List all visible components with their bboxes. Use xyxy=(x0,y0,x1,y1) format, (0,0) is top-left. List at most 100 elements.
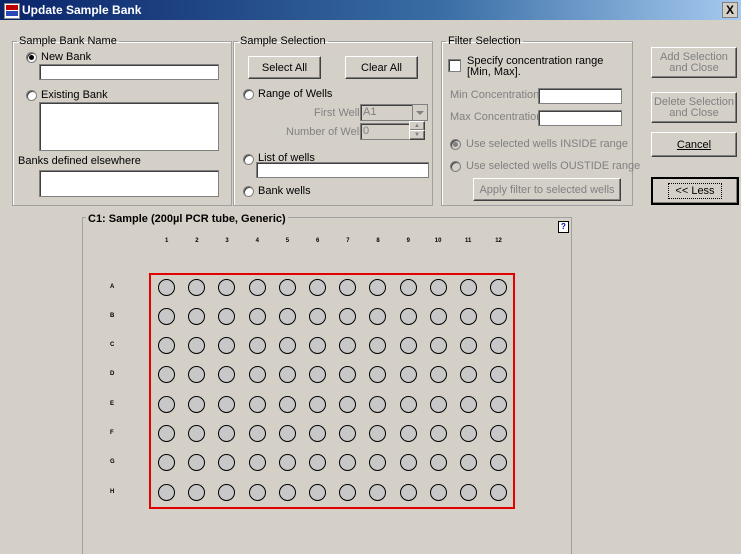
column-label[interactable]: 7 xyxy=(346,238,349,244)
well-B12[interactable] xyxy=(490,307,508,325)
well-H7[interactable] xyxy=(339,483,357,501)
clear-all-button[interactable]: Clear All xyxy=(345,56,418,79)
well-H4[interactable] xyxy=(248,483,266,501)
apply-filter-button[interactable]: Apply filter to selected wells xyxy=(473,178,621,201)
column-label[interactable]: 3 xyxy=(225,238,228,244)
column-label[interactable]: 2 xyxy=(195,238,198,244)
column-label[interactable]: 4 xyxy=(256,238,259,244)
well-H2[interactable] xyxy=(188,483,206,501)
well-E2[interactable] xyxy=(188,395,206,413)
well-F10[interactable] xyxy=(429,425,447,442)
well-E11[interactable] xyxy=(460,395,477,413)
existing-bank-radio[interactable] xyxy=(26,90,37,101)
column-label[interactable]: 11 xyxy=(465,238,471,244)
well-B9[interactable] xyxy=(399,307,417,325)
well-E9[interactable] xyxy=(399,395,417,413)
well-D4[interactable] xyxy=(248,366,266,384)
well-G9[interactable] xyxy=(399,454,417,472)
list-of-wells-input[interactable] xyxy=(256,162,429,178)
well-H5[interactable] xyxy=(278,483,296,501)
well-G5[interactable] xyxy=(278,454,296,472)
column-label[interactable]: 12 xyxy=(495,238,502,244)
column-label[interactable]: 1 xyxy=(165,238,168,244)
min-concentration-input[interactable] xyxy=(538,88,622,104)
well-A5[interactable] xyxy=(278,278,296,296)
column-label[interactable]: 9 xyxy=(407,238,410,244)
row-label[interactable]: F xyxy=(110,430,114,436)
well-D9[interactable] xyxy=(399,366,417,384)
well-H1[interactable] xyxy=(158,483,175,501)
add-selection-button[interactable]: Add Selection and Close xyxy=(651,47,737,78)
max-concentration-input[interactable] xyxy=(538,110,622,126)
range-of-wells-radio[interactable] xyxy=(243,89,254,100)
well-A9[interactable] xyxy=(399,278,417,296)
new-bank-radio[interactable] xyxy=(26,52,37,63)
well-A1[interactable] xyxy=(158,278,175,296)
well-H3[interactable] xyxy=(218,483,236,501)
column-label[interactable]: 5 xyxy=(286,238,289,244)
well-A6[interactable] xyxy=(309,278,326,296)
well-A4[interactable] xyxy=(248,278,266,296)
less-button[interactable]: << Less xyxy=(651,177,739,205)
well-E5[interactable] xyxy=(278,395,296,413)
well-H9[interactable] xyxy=(399,483,417,501)
well-H12[interactable] xyxy=(490,483,508,501)
well-C11[interactable] xyxy=(460,337,477,355)
number-of-wells-input[interactable]: 0 xyxy=(360,123,410,140)
row-label[interactable]: C xyxy=(110,342,114,348)
well-E10[interactable] xyxy=(429,395,447,413)
existing-bank-list[interactable] xyxy=(39,102,219,151)
well-E4[interactable] xyxy=(248,395,266,413)
specify-range-checkbox[interactable] xyxy=(448,59,461,72)
well-A10[interactable] xyxy=(429,278,447,296)
column-label[interactable]: 10 xyxy=(435,238,442,244)
well-C6[interactable] xyxy=(309,337,326,355)
bank-wells-radio[interactable] xyxy=(243,186,254,197)
row-label[interactable]: A xyxy=(110,284,114,290)
well-H11[interactable] xyxy=(460,483,477,501)
well-B5[interactable] xyxy=(278,307,296,325)
well-B2[interactable] xyxy=(188,307,206,325)
well-F4[interactable] xyxy=(248,425,266,442)
well-F5[interactable] xyxy=(278,425,296,442)
spin-down-icon[interactable]: ▼ xyxy=(409,130,425,140)
well-C4[interactable] xyxy=(248,337,266,355)
well-B7[interactable] xyxy=(339,307,357,325)
select-all-button[interactable]: Select All xyxy=(248,56,321,79)
row-label[interactable]: B xyxy=(110,313,114,319)
inside-range-radio[interactable] xyxy=(450,139,461,150)
row-label[interactable]: G xyxy=(110,459,115,465)
row-label[interactable]: D xyxy=(110,371,114,377)
help-icon[interactable]: ? xyxy=(558,221,569,233)
well-G10[interactable] xyxy=(429,454,447,472)
well-A8[interactable] xyxy=(369,278,387,296)
chevron-down-icon[interactable] xyxy=(412,105,427,120)
first-well-select[interactable]: A1 xyxy=(360,104,428,121)
well-E8[interactable] xyxy=(369,395,387,413)
well-A7[interactable] xyxy=(339,278,357,296)
well-C10[interactable] xyxy=(429,337,447,355)
well-H10[interactable] xyxy=(429,483,447,501)
well-H6[interactable] xyxy=(309,483,326,501)
well-C5[interactable] xyxy=(278,337,296,355)
well-F6[interactable] xyxy=(309,425,326,442)
well-A12[interactable] xyxy=(490,278,508,296)
row-label[interactable]: E xyxy=(110,401,114,407)
banks-elsewhere-list[interactable] xyxy=(39,170,219,197)
well-E6[interactable] xyxy=(309,395,326,413)
well-A2[interactable] xyxy=(188,278,206,296)
row-label[interactable]: H xyxy=(110,489,114,495)
well-A11[interactable] xyxy=(460,278,477,296)
well-E7[interactable] xyxy=(339,395,357,413)
well-A3[interactable] xyxy=(218,278,236,296)
well-B11[interactable] xyxy=(460,307,477,325)
well-H8[interactable] xyxy=(369,483,387,501)
close-icon[interactable]: X xyxy=(722,2,738,18)
list-of-wells-radio[interactable] xyxy=(243,154,254,165)
well-B4[interactable] xyxy=(248,307,266,325)
well-F11[interactable] xyxy=(460,425,477,442)
well-B1[interactable] xyxy=(158,307,175,325)
well-B10[interactable] xyxy=(429,307,447,325)
title-bar[interactable]: Update Sample Bank X xyxy=(0,0,741,20)
column-label[interactable]: 8 xyxy=(376,238,379,244)
